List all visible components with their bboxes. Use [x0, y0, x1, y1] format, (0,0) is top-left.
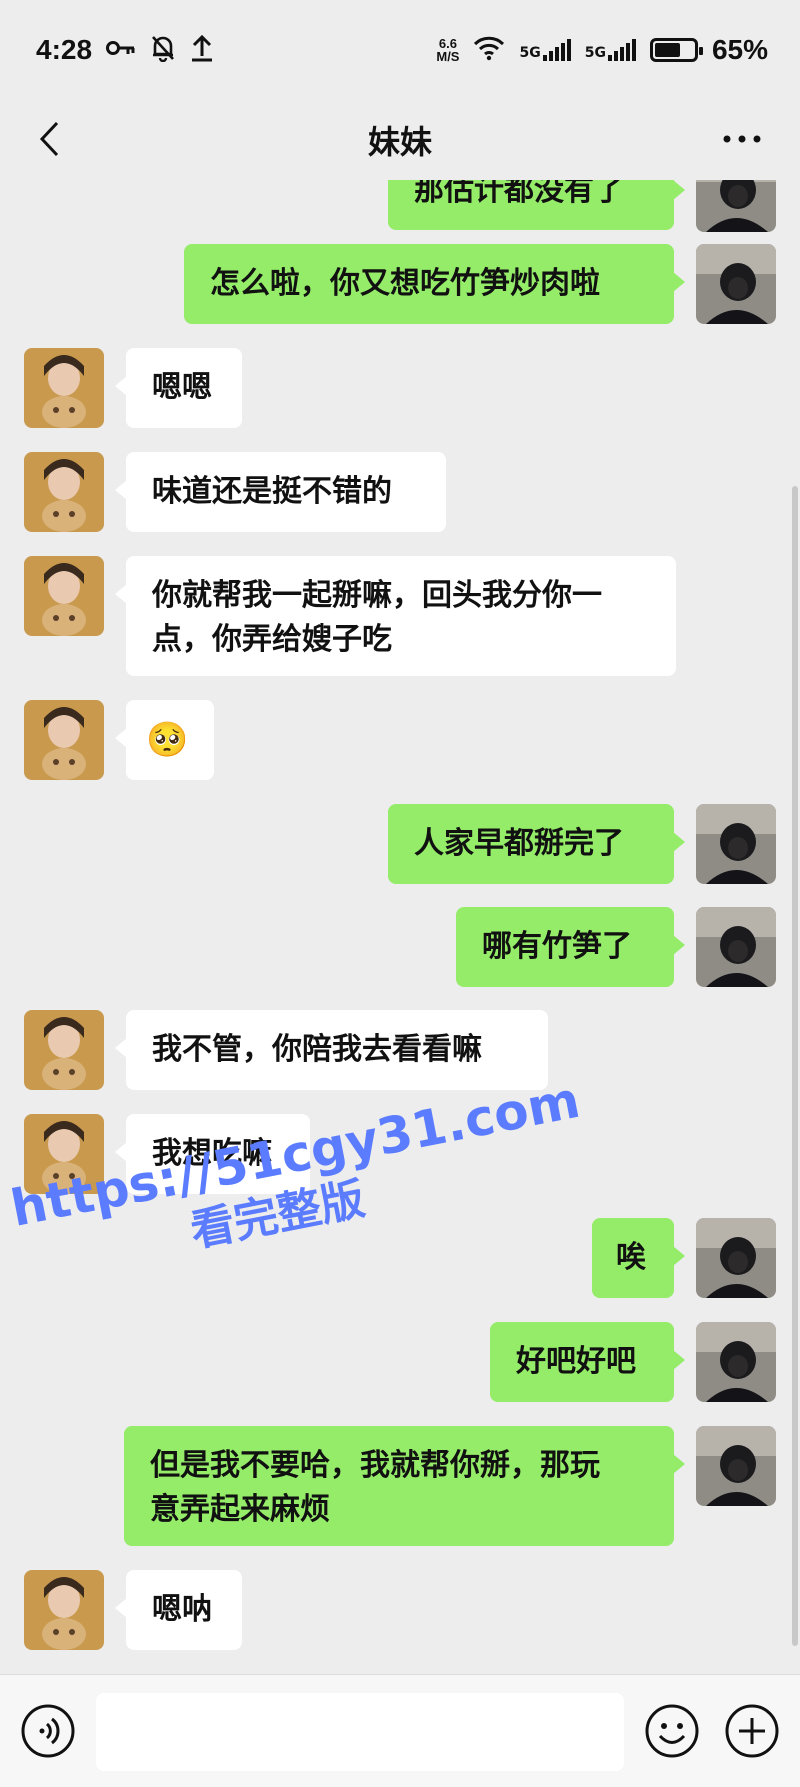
avatar-me[interactable]: [696, 804, 776, 884]
upload-icon: [190, 34, 214, 67]
wifi-icon: [473, 35, 505, 66]
message-text: 味道还是挺不错的: [152, 474, 392, 509]
message-bubble[interactable]: 唉: [592, 1218, 685, 1298]
message-bubble[interactable]: 味道还是挺不错的: [115, 452, 446, 532]
back-button[interactable]: [24, 114, 74, 164]
message-bubble[interactable]: 嗯嗯: [115, 348, 242, 428]
emoji-button[interactable]: [644, 1703, 700, 1759]
sim1-label: 5G: [519, 45, 541, 61]
avatar-contact[interactable]: [24, 700, 104, 780]
status-right: 6.6 M/S 5G 5G 65%: [436, 34, 768, 66]
key-icon: [106, 37, 136, 63]
message-text: 那估计都没有了: [414, 180, 624, 208]
more-dots-icon: [723, 135, 761, 143]
message-bubble[interactable]: 你就帮我一起掰嘛，回头我分你一 点，你弄给嫂子吃: [115, 556, 676, 676]
message-input[interactable]: [96, 1693, 624, 1771]
voice-icon: [21, 1704, 75, 1758]
message-bubble[interactable]: 哪有竹笋了: [456, 907, 685, 987]
message-text: 我想吃嘛: [152, 1136, 272, 1171]
message-bubble[interactable]: 怎么啦，你又想吃竹笋炒肉啦: [184, 244, 685, 324]
message-bubble[interactable]: 我想吃嘛: [115, 1114, 310, 1194]
message-text: 唉: [616, 1240, 646, 1275]
avatar-me[interactable]: [696, 1322, 776, 1402]
message-text: 我不管，你陪我去看看嘛: [152, 1032, 482, 1067]
avatar-contact[interactable]: [24, 1010, 104, 1090]
message-bubble[interactable]: 但是我不要哈，我就帮你掰，那玩 意弄起来麻烦: [124, 1426, 685, 1546]
input-bar: [0, 1674, 800, 1787]
network-speed: 6.6 M/S: [436, 37, 459, 63]
emoji-icon: [645, 1704, 699, 1758]
message-list[interactable]: 那估计都没有了 怎么啦，你又想吃竹笋炒肉啦 嗯嗯 味道还是挺不错的 你就帮我一起…: [0, 180, 800, 1674]
battery-fill: [654, 43, 680, 57]
message-bubble[interactable]: 人家早都掰完了: [388, 804, 685, 884]
pleading-face-emoji: 🥺: [146, 720, 189, 760]
status-time: 4:28: [36, 34, 93, 65]
more-button[interactable]: [714, 114, 770, 164]
status-bar: 4:28 6.6 M/S 5G 5G 65%: [0, 0, 800, 100]
more-functions-button[interactable]: [724, 1703, 780, 1759]
avatar-me[interactable]: [696, 244, 776, 324]
message-text: 嗯嗯: [152, 370, 212, 405]
message-bubble[interactable]: 那估计都没有了: [388, 180, 685, 230]
avatar-contact[interactable]: [24, 1570, 104, 1650]
avatar-me[interactable]: [696, 180, 776, 232]
avatar-contact[interactable]: [24, 348, 104, 428]
avatar-me[interactable]: [696, 907, 776, 987]
message-bubble[interactable]: 🥺: [115, 700, 214, 780]
chat-title: 妹妹: [367, 123, 432, 161]
chat-scrollbar[interactable]: [792, 486, 798, 1646]
message-text: 点，你弄给嫂子吃: [152, 622, 392, 657]
message-bubble[interactable]: 嗯呐: [115, 1570, 242, 1650]
chat-header: 妹妹: [0, 100, 800, 180]
message-text: 怎么啦，你又想吃竹笋炒肉啦: [210, 266, 600, 301]
status-left: 4:28: [36, 34, 214, 67]
voice-button[interactable]: [20, 1703, 76, 1759]
message-text: 但是我不要哈，我就帮你掰，那玩: [150, 1448, 600, 1483]
message-text: 人家早都掰完了: [414, 826, 624, 861]
message-text: 好吧好吧: [516, 1344, 636, 1379]
message-text: 意弄起来麻烦: [150, 1492, 330, 1527]
network-speed-unit: M/S: [436, 49, 460, 64]
message-text: 你就帮我一起掰嘛，回头我分你一: [152, 578, 602, 613]
battery-icon: [649, 38, 703, 62]
battery-percent: 65%: [711, 34, 768, 65]
avatar-me[interactable]: [696, 1426, 776, 1506]
avatar-contact[interactable]: [24, 452, 104, 532]
message-text: 嗯呐: [152, 1592, 212, 1627]
signal-icon: 5G: [585, 39, 636, 61]
signal-icon: 5G: [519, 39, 571, 61]
message-bubble[interactable]: 好吧好吧: [490, 1322, 685, 1402]
plus-icon: [725, 1704, 779, 1758]
bell-muted-icon: [150, 34, 176, 67]
avatar-contact[interactable]: [24, 1114, 104, 1194]
message-text: 哪有竹笋了: [482, 929, 632, 964]
avatar-contact[interactable]: [24, 556, 104, 636]
message-bubble[interactable]: 我不管，你陪我去看看嘛: [115, 1010, 548, 1090]
sim2-label: 5G: [584, 45, 606, 61]
avatar-me[interactable]: [696, 1218, 776, 1298]
chevron-left-icon: [39, 121, 59, 157]
